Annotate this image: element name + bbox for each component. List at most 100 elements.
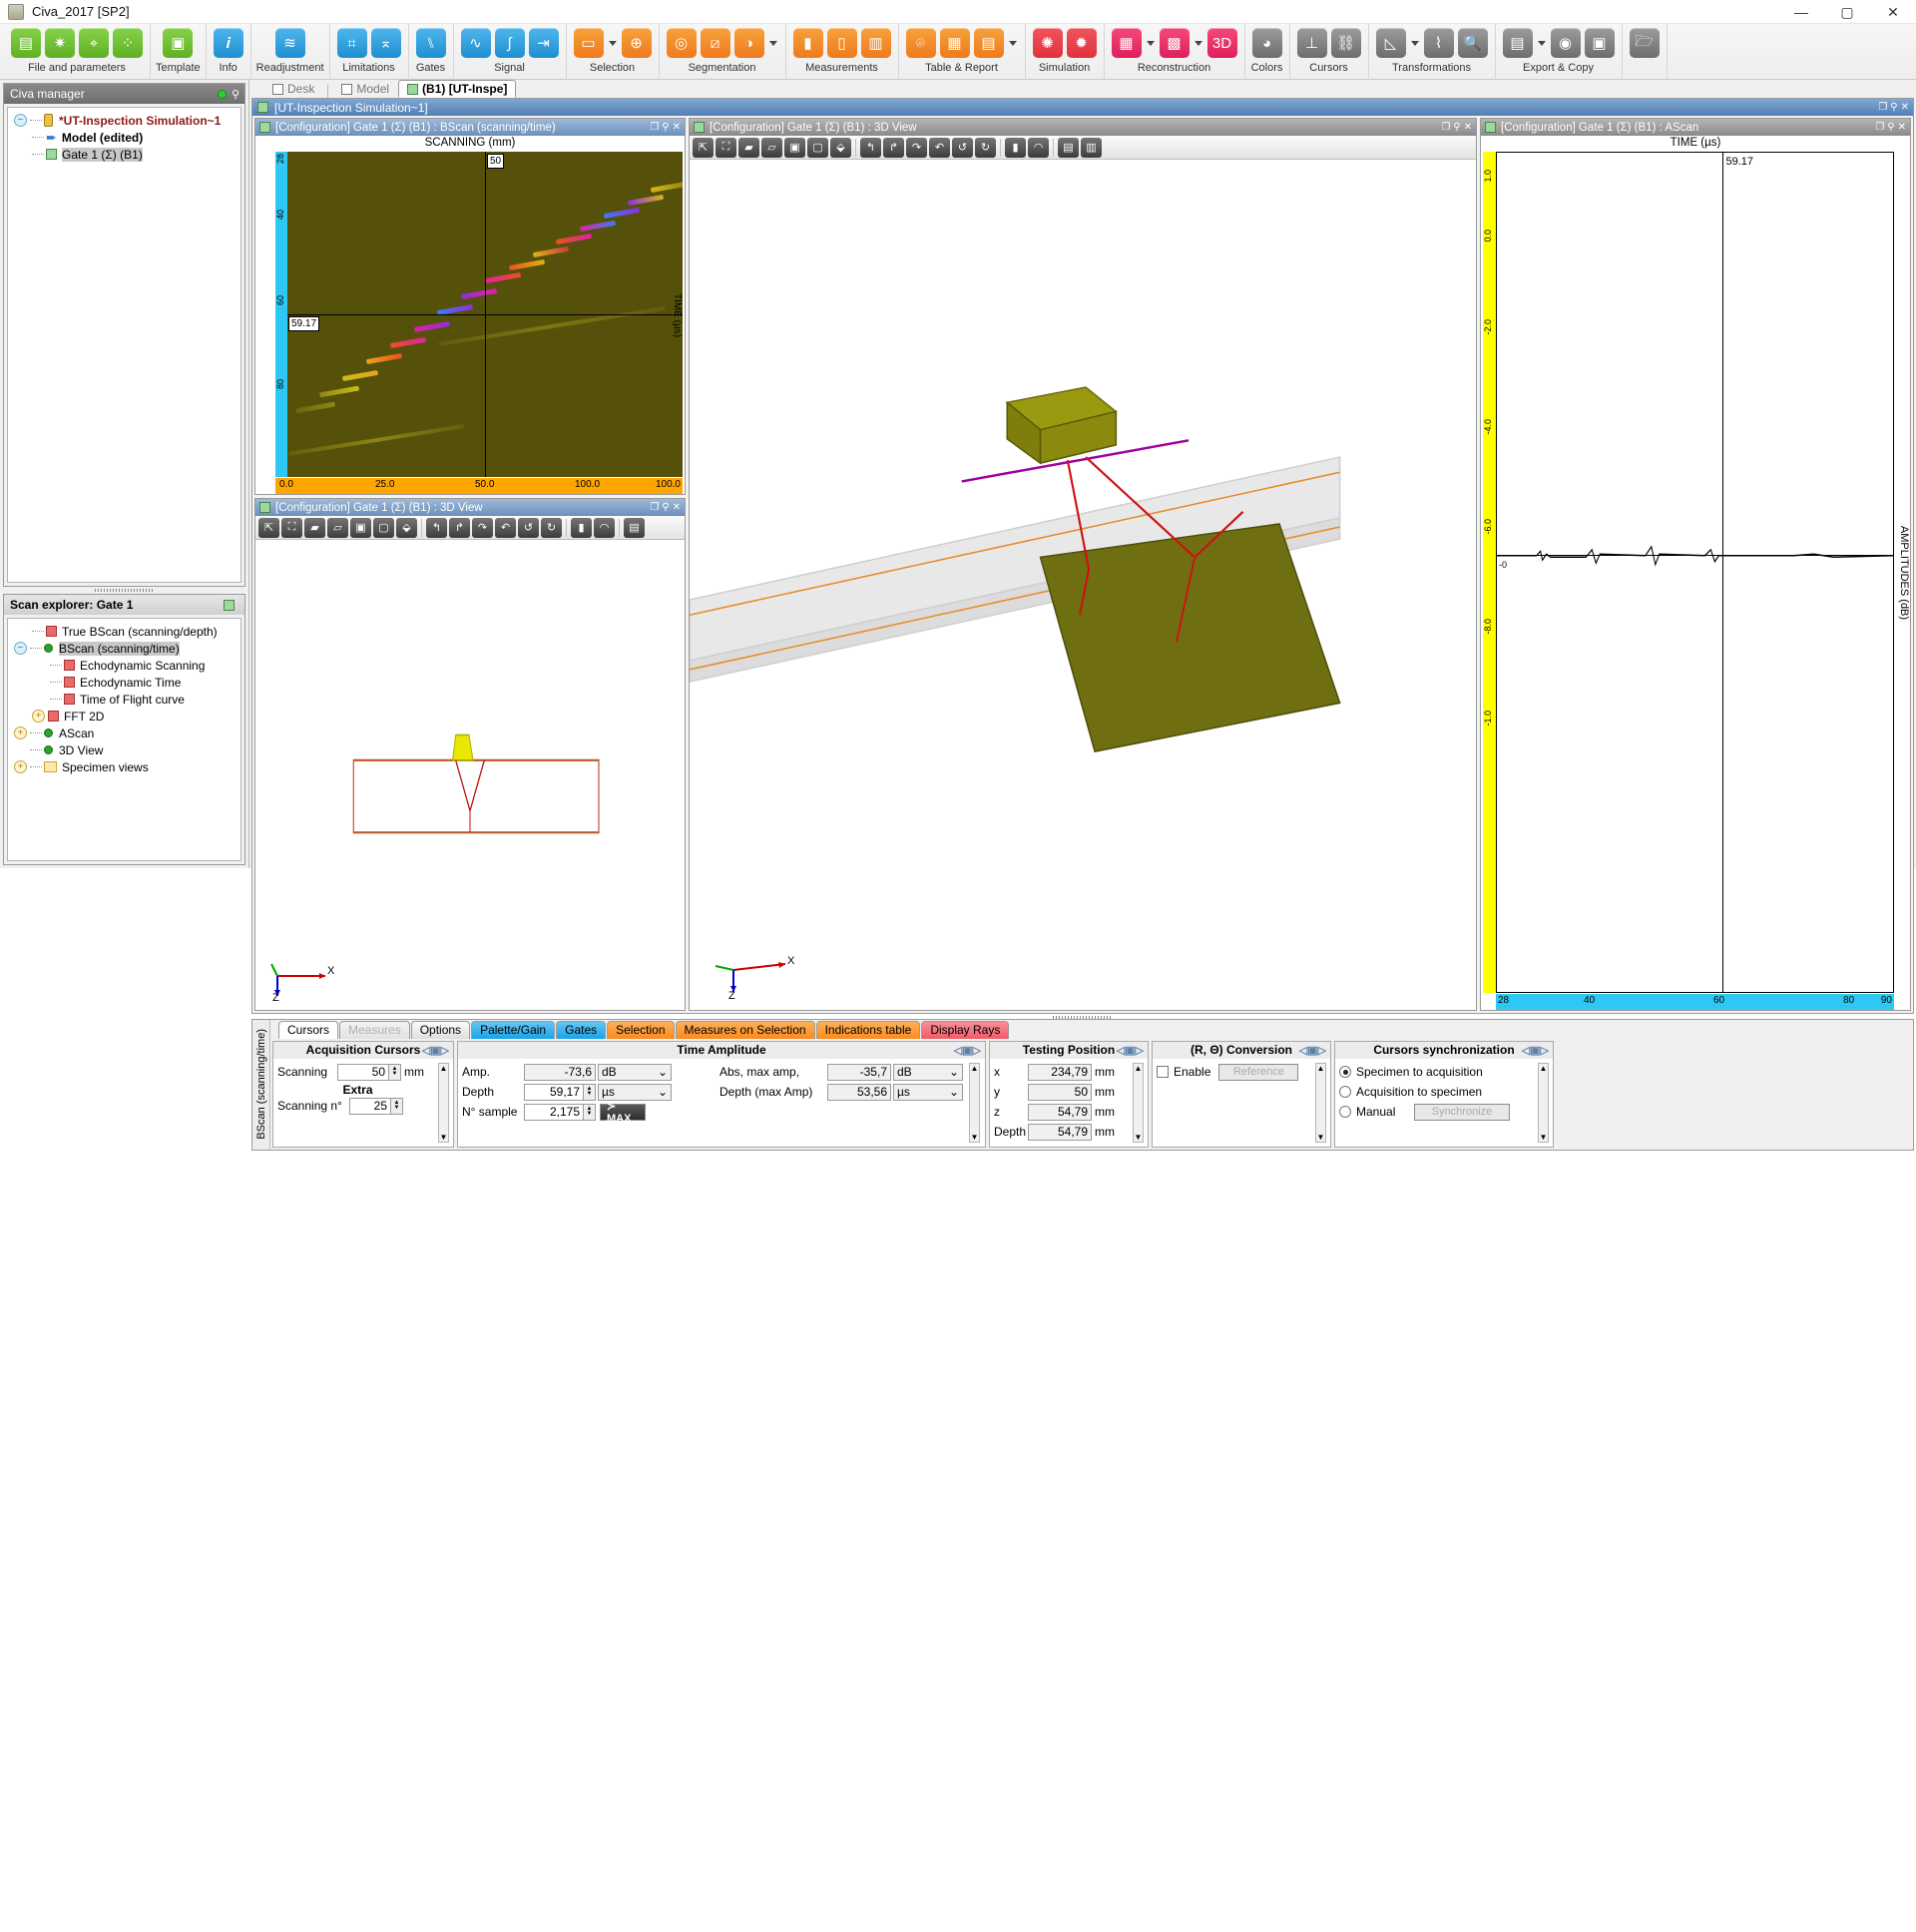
ruler-add-icon[interactable]: ▯	[826, 28, 857, 58]
camera-icon[interactable]: ◉	[1550, 28, 1581, 58]
mdi-restore-button[interactable]: ❐	[1878, 102, 1887, 113]
close-button[interactable]: ✕	[673, 502, 681, 513]
nsample-input[interactable]: 2,175	[524, 1103, 584, 1121]
close-button[interactable]: ✕	[1870, 0, 1916, 24]
tab-indications-table[interactable]: Indications table	[815, 1020, 921, 1039]
chevron-down-icon[interactable]	[608, 40, 617, 46]
tree-item-fft-2d[interactable]: + FFT 2D	[10, 708, 239, 724]
tab-b1-ut-inspection[interactable]: (B1) [UT-Inspe]	[398, 80, 517, 98]
rect-select-icon[interactable]: ▭	[573, 28, 604, 58]
tab-display-rays[interactable]: Display Rays	[921, 1020, 1010, 1039]
split-icon[interactable]: ◑	[733, 28, 764, 58]
dock-splitter[interactable]	[3, 587, 245, 594]
restore-button[interactable]: ❐	[1875, 122, 1884, 133]
grid-icon[interactable]: ▦	[1111, 28, 1142, 58]
sync-option-specimen-to-acquisition[interactable]: Specimen to acquisition	[1339, 1063, 1538, 1082]
gear-icon[interactable]: ✷	[45, 28, 75, 58]
ascan-y-axis[interactable]: 1.0 0.0 -2.0 -4.0 -6.0 -8.0 -1.0	[1483, 152, 1496, 993]
zoom-icon[interactable]: 🔍	[1457, 28, 1488, 58]
depth-stepper[interactable]: ▲ ▼	[584, 1083, 596, 1101]
cursor1-icon[interactable]: ⊥	[1296, 28, 1327, 58]
close-button[interactable]: ✕	[673, 122, 681, 133]
waveform-icon[interactable]: ∿	[460, 28, 491, 58]
transparent-box-icon[interactable]: ▢	[373, 517, 394, 538]
chevron-down-icon[interactable]	[1008, 40, 1017, 46]
depth-unit-select[interactable]: µs ⌄	[598, 1083, 672, 1101]
wire-box-icon[interactable]: ▣	[350, 517, 371, 538]
info-icon[interactable]: 𝒊	[213, 28, 243, 58]
bars-icon[interactable]: ▥	[860, 28, 891, 58]
recon3d-icon[interactable]: 3D	[1206, 28, 1237, 58]
shaded-box-icon[interactable]: ▱	[761, 137, 782, 158]
readjust-icon[interactable]: ≋	[274, 28, 305, 58]
expand-collapse-icon[interactable]: ◁▣▷	[422, 1044, 449, 1057]
reference-button[interactable]: Reference	[1218, 1063, 1299, 1081]
tree-item-echodynamic-scanning[interactable]: Echodynamic Scanning	[10, 657, 239, 674]
add-select-icon[interactable]: ⊕	[621, 28, 652, 58]
ruler-icon[interactable]: ▮	[792, 28, 823, 58]
protractor-icon[interactable]: ◠	[1028, 137, 1049, 158]
nodes-icon[interactable]: ⁘	[113, 28, 143, 58]
close-button[interactable]: ✕	[1898, 122, 1906, 133]
rotate-right-icon[interactable]: ↷	[472, 517, 493, 538]
expand-collapse-icon[interactable]: ◁▣▷	[954, 1044, 981, 1057]
frame-icon[interactable]: ▤	[624, 517, 645, 538]
tab-palette-gain[interactable]: Palette/Gain	[471, 1020, 556, 1039]
group-scrollbar[interactable]: ▲ ▼	[1538, 1062, 1549, 1143]
rotate-right-icon[interactable]: ↷	[906, 137, 927, 158]
pin-button[interactable]: ⚲	[662, 502, 669, 513]
transform-icon[interactable]: ⌇	[1423, 28, 1454, 58]
scanning-input[interactable]: 50	[337, 1063, 389, 1081]
view3d-small-scene[interactable]: X Z	[255, 540, 685, 1010]
ascan-plot[interactable]: TIME (µs) 1.0 0.0 -2.0 -4.0 -6.0 -8.0 -1…	[1481, 136, 1910, 1010]
crop-arrow-icon[interactable]: ⌅	[370, 28, 401, 58]
fit-screen-icon[interactable]: ⛶	[716, 137, 736, 158]
integral-icon[interactable]: ∫	[494, 28, 525, 58]
minimize-button[interactable]: —	[1778, 0, 1824, 24]
tab-desk[interactable]: Desk	[263, 80, 323, 98]
tree-item-specimen-views[interactable]: + Specimen views	[10, 758, 239, 775]
bscan-x-axis[interactable]: 0.0 25.0 50.0 100.0 100.0	[275, 478, 683, 494]
layers-icon[interactable]: ▤	[11, 28, 41, 58]
table-icon[interactable]: ▦	[939, 28, 970, 58]
matrix-icon[interactable]: ▩	[1159, 28, 1190, 58]
explode-icon[interactable]: ⬙	[396, 517, 417, 538]
scanning-no-stepper[interactable]: ▲ ▼	[391, 1097, 403, 1115]
camera-add-icon[interactable]: ⌾	[905, 28, 936, 58]
rotate-left-icon[interactable]: ↶	[495, 517, 516, 538]
rotate-up-icon[interactable]: ↰	[860, 137, 881, 158]
group-scrollbar[interactable]: ▲ ▼	[438, 1062, 449, 1143]
bscan-plot[interactable]: SCANNING (mm) 28 40 60 80 50 59.17 0.0 2…	[255, 136, 685, 494]
tab-model[interactable]: Model	[332, 80, 398, 98]
collapse-expander-icon[interactable]: −	[14, 642, 27, 655]
nsample-stepper[interactable]: ▲ ▼	[584, 1103, 596, 1121]
open-folder-icon[interactable]: 🗁	[1629, 28, 1660, 58]
solid-box-icon[interactable]: ▰	[304, 517, 325, 538]
restore-button[interactable]: ❐	[650, 122, 659, 133]
contour-icon[interactable]: ◎	[666, 28, 697, 58]
sim-icon[interactable]: ✺	[1032, 28, 1063, 58]
group-scrollbar[interactable]: ▲ ▼	[969, 1062, 980, 1143]
restore-button[interactable]: ❐	[1441, 122, 1450, 133]
solid-box-icon[interactable]: ▰	[738, 137, 759, 158]
radio-icon[interactable]	[1339, 1106, 1351, 1119]
tree-item-3d-view[interactable]: 3D View	[10, 741, 239, 758]
bscan-heatmap-image[interactable]: 50 59.17	[287, 152, 683, 477]
step-signal-icon[interactable]: ⇥	[528, 28, 559, 58]
bscan-y-axis[interactable]: 28 40 60 80	[275, 152, 287, 477]
location-pin-icon[interactable]: ⌖	[79, 28, 109, 58]
tab-selection[interactable]: Selection	[607, 1020, 675, 1039]
crop-icon[interactable]: ⌗	[336, 28, 367, 58]
rotate-cw-icon[interactable]: ↻	[541, 517, 562, 538]
tab-measures[interactable]: Measures	[339, 1020, 410, 1039]
rotate-down-icon[interactable]: ↱	[449, 517, 470, 538]
ascan-x-axis[interactable]: 28 40 60 80 90	[1496, 993, 1894, 1010]
depth-input[interactable]: 59,17	[524, 1083, 584, 1101]
tree-item-echodynamic-time[interactable]: Echodynamic Time	[10, 674, 239, 691]
palette-icon[interactable]: ◕	[1251, 28, 1282, 58]
enable-checkbox[interactable]	[1157, 1066, 1169, 1079]
expand-collapse-icon[interactable]: ◁▣▷	[1299, 1044, 1326, 1057]
ruler-icon[interactable]: ▮	[1005, 137, 1026, 158]
percent-icon[interactable]: ✹	[1066, 28, 1097, 58]
tab-gates[interactable]: Gates	[556, 1020, 607, 1039]
